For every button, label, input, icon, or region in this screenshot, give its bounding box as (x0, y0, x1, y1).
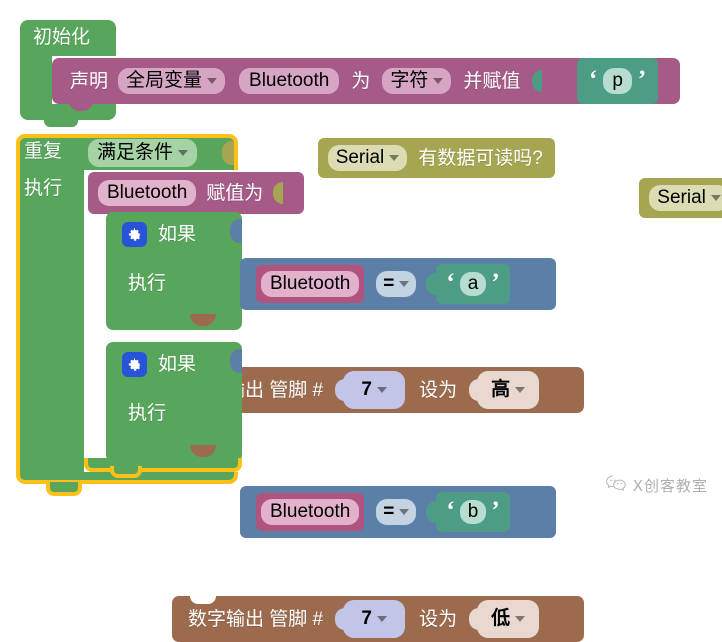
repeat-label: 重复 (24, 141, 63, 162)
comparison-right-socket-1 (426, 273, 437, 295)
watermark: X创客教室 (605, 474, 708, 497)
while-body-inner-notch (110, 466, 142, 478)
variable-block-bluetooth-1[interactable]: Bluetooth (256, 265, 365, 303)
close-quote: ’ (637, 65, 647, 93)
chevron-down-icon (376, 387, 387, 393)
pin-socket-1 (335, 379, 346, 401)
chevron-down-icon (710, 195, 721, 201)
chevron-down-icon (389, 155, 400, 161)
serial-read-block[interactable]: Serial read (639, 178, 722, 218)
comparison-block-2[interactable]: Bluetooth = ‘ b ’ (240, 486, 556, 538)
serial-available-block[interactable]: Serial 有数据可读吗? (317, 138, 555, 178)
variable-name-field[interactable]: Bluetooth (239, 68, 340, 94)
string-text-field-a[interactable]: a (459, 272, 487, 296)
comparison-block-1[interactable]: Bluetooth = ‘ a ’ (240, 258, 556, 310)
set-to-label-1: 设为 (419, 379, 458, 401)
close-quote: ’ (491, 496, 500, 524)
if-condition-socket-1 (230, 219, 242, 243)
if-block-2[interactable]: 如果 执行 (106, 342, 242, 462)
variable-name-field-1[interactable]: Bluetooth (261, 271, 360, 297)
blockly-workspace[interactable]: 初始化 声明 全局变量 Bluetooth 为 字符 并赋值 ‘ p ’ 重复 … (0, 0, 722, 642)
block-top-notch (190, 596, 216, 604)
digital-write-block-2[interactable]: 数字输出 管脚 # 7 设为 低 (172, 596, 584, 642)
watermark-text: X创客教室 (632, 477, 708, 495)
if-do-label-2: 执行 (128, 403, 167, 424)
type-dropdown[interactable]: 字符 (382, 68, 452, 94)
digital-write-label-2: 数字输出 管脚 # (188, 608, 324, 630)
if-label-2: 如果 (158, 354, 197, 375)
chevron-down-icon (515, 387, 526, 393)
serial-port-dropdown[interactable]: Serial (327, 145, 408, 171)
chevron-down-icon (399, 509, 410, 515)
value-socket (532, 70, 543, 92)
string-text-field[interactable]: p (603, 68, 632, 94)
condition-mode-dropdown[interactable]: 满足条件 (88, 139, 198, 167)
open-quote: ‘ (589, 65, 598, 93)
string-block-p[interactable]: ‘ p ’ (577, 58, 659, 104)
declare-keyword-label: 声明 (70, 70, 109, 92)
string-block-a[interactable]: ‘ a ’ (436, 264, 510, 304)
if-condition-socket-2 (230, 349, 242, 373)
if-do-label-1: 执行 (128, 273, 167, 294)
serial-available-label: 有数据可读吗? (418, 147, 543, 169)
state-dropdown-1[interactable]: 高 (477, 371, 540, 409)
chevron-down-icon (399, 281, 410, 287)
state-socket-2 (469, 608, 480, 630)
set-to-label-2: 设为 (419, 608, 458, 630)
scope-dropdown[interactable]: 全局变量 (118, 68, 226, 94)
if-label-1: 如果 (158, 224, 197, 245)
pin-number-dropdown-1[interactable]: 7 (343, 371, 406, 409)
setup-block-label: 初始化 (33, 27, 91, 48)
close-quote: ’ (491, 268, 500, 296)
variable-block-bluetooth-2[interactable]: Bluetooth (256, 493, 365, 531)
chevron-down-icon (433, 78, 444, 84)
chevron-down-icon (178, 150, 189, 156)
open-quote: ‘ (446, 496, 455, 524)
set-variable-assign-label: 赋值为 (206, 182, 264, 204)
set-variable-name-field[interactable]: Bluetooth (98, 180, 197, 206)
pin-number-dropdown-2[interactable]: 7 (343, 600, 406, 638)
setup-block-bottom-notch (44, 118, 78, 127)
open-quote: ‘ (446, 268, 455, 296)
operator-dropdown-2[interactable]: = (376, 499, 417, 525)
string-block-b[interactable]: ‘ b ’ (436, 492, 510, 532)
if-block-1[interactable]: 如果 执行 (106, 212, 242, 330)
while-do-label: 执行 (24, 178, 63, 199)
as-label: 为 (351, 70, 371, 92)
state-socket-1 (469, 379, 480, 401)
while-loop-bottom-notch (46, 482, 82, 496)
comparison-right-socket-2 (426, 501, 437, 523)
chevron-down-icon (376, 616, 387, 622)
wechat-icon (605, 474, 627, 497)
chevron-down-icon (207, 78, 218, 84)
gear-icon[interactable] (122, 222, 147, 247)
assign-label: 并赋值 (463, 70, 521, 92)
state-dropdown-2[interactable]: 低 (477, 600, 540, 638)
gear-icon[interactable] (122, 352, 147, 377)
while-body-bottom-edge (84, 458, 242, 472)
set-variable-value-socket (273, 182, 284, 204)
operator-dropdown-1[interactable]: = (376, 271, 417, 297)
condition-socket (222, 141, 234, 165)
set-variable-block[interactable]: Bluetooth 赋值为 (88, 172, 304, 214)
chevron-down-icon (515, 616, 526, 622)
serial-read-port-dropdown[interactable]: Serial (649, 185, 722, 211)
pin-socket-2 (335, 608, 346, 630)
string-text-field-b[interactable]: b (459, 500, 487, 524)
variable-name-field-2[interactable]: Bluetooth (261, 499, 360, 525)
